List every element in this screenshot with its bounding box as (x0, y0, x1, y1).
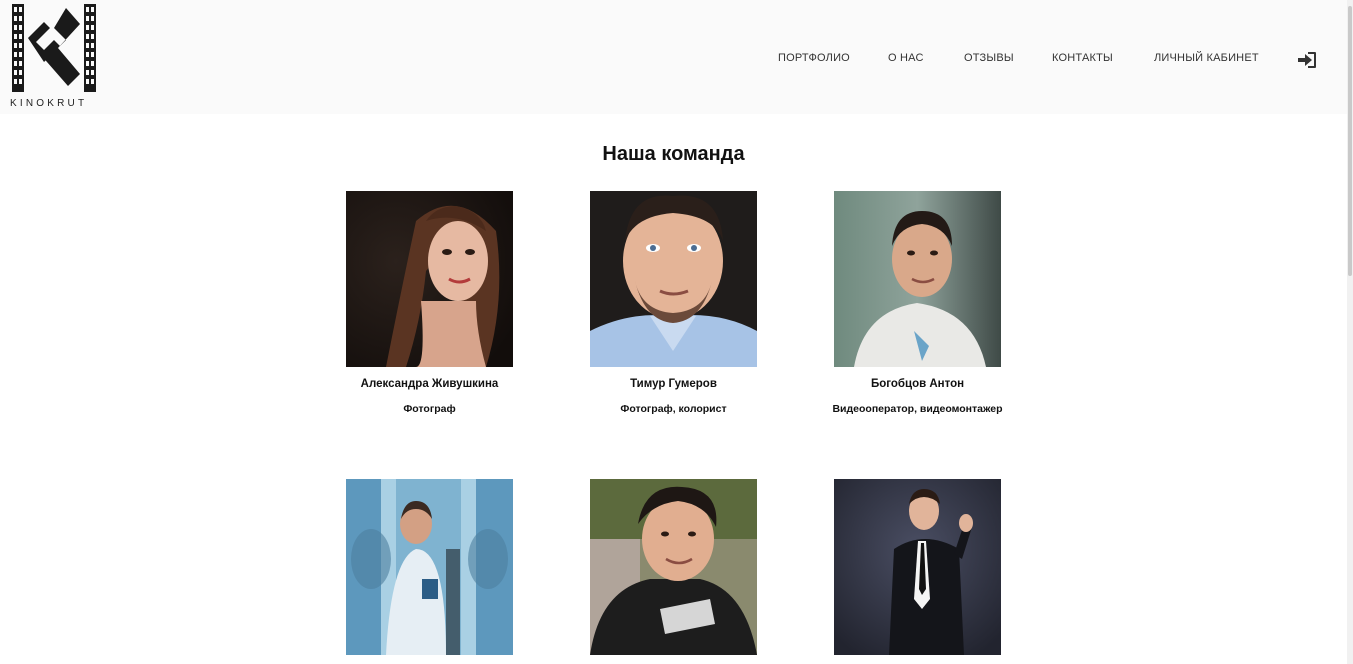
member-name: Тимур Гумеров (630, 378, 717, 390)
team-section-title: Наша команда (602, 143, 745, 165)
member-role: Видеооператор, видеомонтажер (832, 403, 1003, 415)
logo-mark-icon (12, 4, 96, 92)
member-photo (346, 191, 513, 367)
nav-item-portfolio[interactable]: ПОРТФОЛИО (778, 52, 850, 64)
member-photo (834, 191, 1001, 367)
site-header: KINOKRUT ПОРТФОЛИО О НАС ОТЗЫВЫ КОНТАКТЫ… (0, 0, 1353, 114)
sign-in-icon[interactable] (1297, 51, 1317, 69)
member-name: Александра Живушкина (360, 378, 499, 390)
member-photo (834, 479, 1001, 655)
member-photo (346, 479, 513, 655)
nav-item-account[interactable]: ЛИЧНЫЙ КАБИНЕТ (1154, 52, 1259, 64)
kinokrut-logo[interactable]: KINOKRUT (10, 4, 100, 110)
logo-text: KINOKRUT (10, 98, 88, 109)
nav-item-reviews[interactable]: ОТЗЫВЫ (964, 52, 1014, 64)
nav-item-contacts[interactable]: КОНТАКТЫ (1052, 52, 1113, 64)
member-name: Богобцов Антон (870, 378, 965, 390)
member-photo (590, 191, 757, 367)
nav-item-about[interactable]: О НАС (888, 52, 924, 64)
member-photo (590, 479, 757, 655)
member-role: Фотограф, колорист (620, 403, 727, 415)
member-role: Фотограф (403, 403, 456, 415)
scrollbar-thumb[interactable] (1348, 6, 1352, 276)
